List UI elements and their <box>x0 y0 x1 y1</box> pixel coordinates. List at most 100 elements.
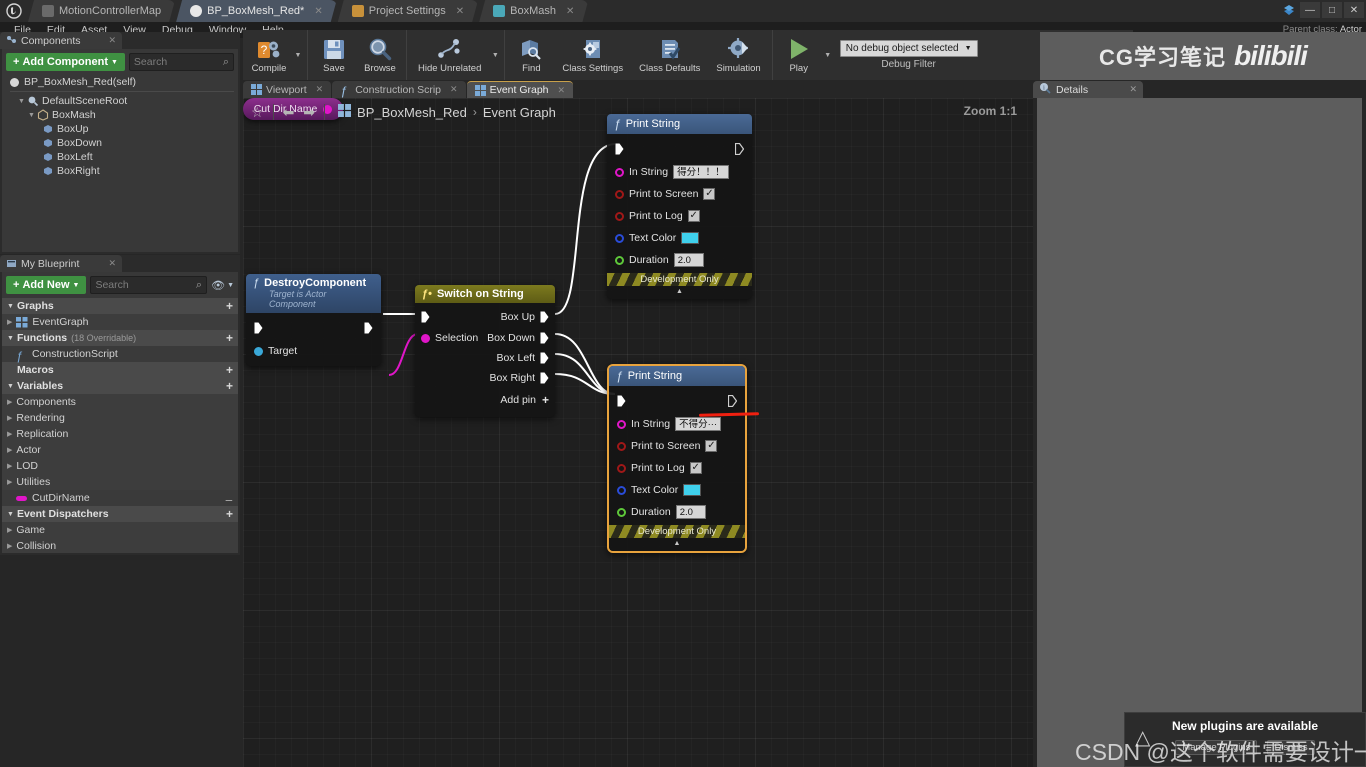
exec-in-pin[interactable] <box>421 311 430 323</box>
in-string-pin[interactable] <box>617 419 626 429</box>
close-icon[interactable]: ✕ <box>108 258 116 269</box>
exec-out-pin-box-up[interactable] <box>540 311 549 323</box>
add-dispatcher-button[interactable]: + <box>226 507 233 521</box>
list-item-collision[interactable]: ▶ Collision <box>2 538 238 553</box>
close-button[interactable]: ✕ <box>1344 2 1364 18</box>
class-defaults-button[interactable]: Class Defaults <box>631 30 708 80</box>
list-item-eventgraph[interactable]: ▶ EventGraph <box>2 314 238 330</box>
window-tab-boxmash[interactable]: BoxMash ✕ <box>479 0 588 22</box>
details-panel-tab[interactable]: i Details ✕ <box>1033 81 1143 98</box>
add-variable-button[interactable]: + <box>226 379 233 393</box>
expand-arrow-icon[interactable]: ▶ <box>7 430 12 438</box>
text-color-pin[interactable] <box>615 233 624 243</box>
duration-pin[interactable] <box>617 507 626 517</box>
node-destroy-component[interactable]: ƒ DestroyComponent Target is Actor Compo… <box>246 274 381 366</box>
exec-out-pin-box-left[interactable] <box>540 352 549 364</box>
window-tab-motioncontrollermap[interactable]: MotionControllerMap <box>28 0 175 22</box>
exec-out-pin[interactable] <box>734 142 745 156</box>
component-row-boxdown[interactable]: BoxDown <box>6 136 238 150</box>
expand-arrow-icon[interactable]: ▼ <box>18 98 27 105</box>
close-icon[interactable]: ✕ <box>558 85 566 96</box>
in-string-pin[interactable] <box>615 167 624 177</box>
compile-dropdown-arrow-icon[interactable]: ▼ <box>292 30 304 80</box>
close-icon[interactable]: ✕ <box>314 6 322 17</box>
expand-arrow-icon[interactable]: ▼ <box>7 511 14 518</box>
expand-arrow-icon[interactable]: ▼ <box>28 112 37 119</box>
exec-out-pin[interactable] <box>727 394 738 408</box>
list-item-rendering[interactable]: ▶ Rendering <box>2 410 238 426</box>
component-root-row[interactable]: BP_BoxMesh_Red(self) <box>6 75 238 89</box>
expand-arrow-icon[interactable]: ▶ <box>7 414 12 422</box>
print-to-screen-checkbox[interactable]: ✓ <box>705 440 718 452</box>
expand-arrow-icon[interactable]: ▶ <box>7 446 12 454</box>
close-icon[interactable]: ✕ <box>456 6 464 17</box>
compile-button[interactable]: ? Compile <box>246 30 292 80</box>
section-event-dispatchers[interactable]: ▼ Event Dispatchers + <box>2 506 238 522</box>
component-row-defaultsceneroot[interactable]: ▼ DefaultSceneRoot <box>6 94 238 108</box>
components-panel-tab[interactable]: Components ✕ <box>0 32 122 49</box>
class-settings-button[interactable]: Class Settings <box>554 30 631 80</box>
close-icon[interactable]: ✕ <box>450 84 458 95</box>
add-component-button[interactable]: + Add Component ▼ <box>6 53 125 71</box>
text-color-swatch[interactable] <box>681 232 700 244</box>
collapse-arrow-icon[interactable]: ▲ <box>607 286 752 297</box>
hide-unrelated-dropdown-arrow-icon[interactable]: ▼ <box>489 30 501 80</box>
expand-arrow-icon[interactable]: ▶ <box>7 318 12 326</box>
play-dropdown-arrow-icon[interactable]: ▼ <box>822 30 834 80</box>
debug-object-select[interactable]: No debug object selected ▼ <box>839 40 978 57</box>
print-to-screen-pin[interactable] <box>615 189 624 199</box>
add-function-button[interactable]: + <box>226 331 233 345</box>
print-to-screen-pin[interactable] <box>617 441 626 451</box>
close-icon[interactable]: ✕ <box>566 6 574 17</box>
expand-arrow-icon[interactable]: ▶ <box>7 478 12 486</box>
components-search-input[interactable]: Search ⌕ <box>128 53 234 71</box>
component-row-boxup[interactable]: BoxUp <box>6 122 238 136</box>
simulation-button[interactable]: Simulation <box>708 30 768 80</box>
node-print-string-2[interactable]: ƒ Print String In String 不得分··· Print to… <box>607 364 747 553</box>
in-string-input[interactable]: 不得分··· <box>675 417 722 431</box>
text-color-swatch[interactable] <box>683 484 702 496</box>
save-button[interactable]: Save <box>311 30 357 80</box>
visibility-toggle[interactable]: 👁 ▼ <box>211 279 234 292</box>
section-functions[interactable]: ▼ Functions (18 Overridable) + <box>2 330 238 346</box>
add-graph-button[interactable]: + <box>226 299 233 313</box>
target-in-pin[interactable] <box>254 346 263 356</box>
component-row-boxright[interactable]: BoxRight <box>6 164 238 178</box>
my-blueprint-search-input[interactable]: Search ⌕ <box>90 276 208 294</box>
expand-arrow-icon[interactable]: ▼ <box>7 303 14 310</box>
close-icon[interactable]: ✕ <box>1129 84 1137 95</box>
switch-row-add-pin[interactable]: Add pin + <box>415 388 555 412</box>
forward-arrow-icon[interactable]: ➡ <box>303 104 315 121</box>
plus-icon[interactable]: + <box>542 393 549 407</box>
eye-icon[interactable]: ⚊ <box>225 493 233 504</box>
section-macros[interactable]: ▼ Macros + <box>2 362 238 378</box>
print-to-log-pin[interactable] <box>617 463 626 473</box>
breadcrumb-graph[interactable]: Event Graph <box>483 105 556 120</box>
breadcrumb-blueprint[interactable]: BP_BoxMesh_Red <box>357 105 467 120</box>
exec-out-pin[interactable] <box>364 322 373 334</box>
print-to-log-checkbox[interactable]: ✓ <box>687 210 700 222</box>
window-tab-bp-boxmesh-red[interactable]: BP_BoxMesh_Red* ✕ <box>176 0 337 22</box>
node-switch-on-string[interactable]: ƒ• Switch on String Box Up Selection Box… <box>415 285 555 417</box>
maximize-button[interactable]: □ <box>1322 2 1342 18</box>
my-blueprint-panel-tab[interactable]: My Blueprint ✕ <box>0 255 122 272</box>
browse-button[interactable]: Browse <box>357 30 403 80</box>
expand-arrow-icon[interactable]: ▼ <box>7 335 14 342</box>
play-button[interactable]: Play <box>776 30 822 80</box>
section-variables[interactable]: ▼ Variables + <box>2 378 238 394</box>
minimize-button[interactable]: — <box>1300 2 1320 18</box>
section-graphs[interactable]: ▼ Graphs + <box>2 298 238 314</box>
expand-arrow-icon[interactable]: ▶ <box>7 526 12 534</box>
exec-in-pin[interactable] <box>615 143 624 155</box>
list-item-actor[interactable]: ▶ Actor <box>2 442 238 458</box>
print-to-screen-checkbox[interactable]: ✓ <box>703 188 716 200</box>
node-print-string-1[interactable]: ƒ Print String In String 得分！！！ Print to … <box>607 114 752 299</box>
add-new-button[interactable]: + Add New ▼ <box>6 276 87 294</box>
exec-in-pin[interactable] <box>254 322 263 334</box>
find-button[interactable]: Find <box>508 30 554 80</box>
component-row-boxmash[interactable]: ▼ BoxMash <box>6 108 238 122</box>
cloud-sync-icon[interactable] <box>1282 3 1296 17</box>
tab-construction-script[interactable]: ƒ Construction Scrip ✕ <box>332 81 466 98</box>
expand-arrow-icon[interactable]: ▶ <box>7 398 12 406</box>
hide-unrelated-button[interactable]: Hide Unrelated <box>410 30 489 80</box>
